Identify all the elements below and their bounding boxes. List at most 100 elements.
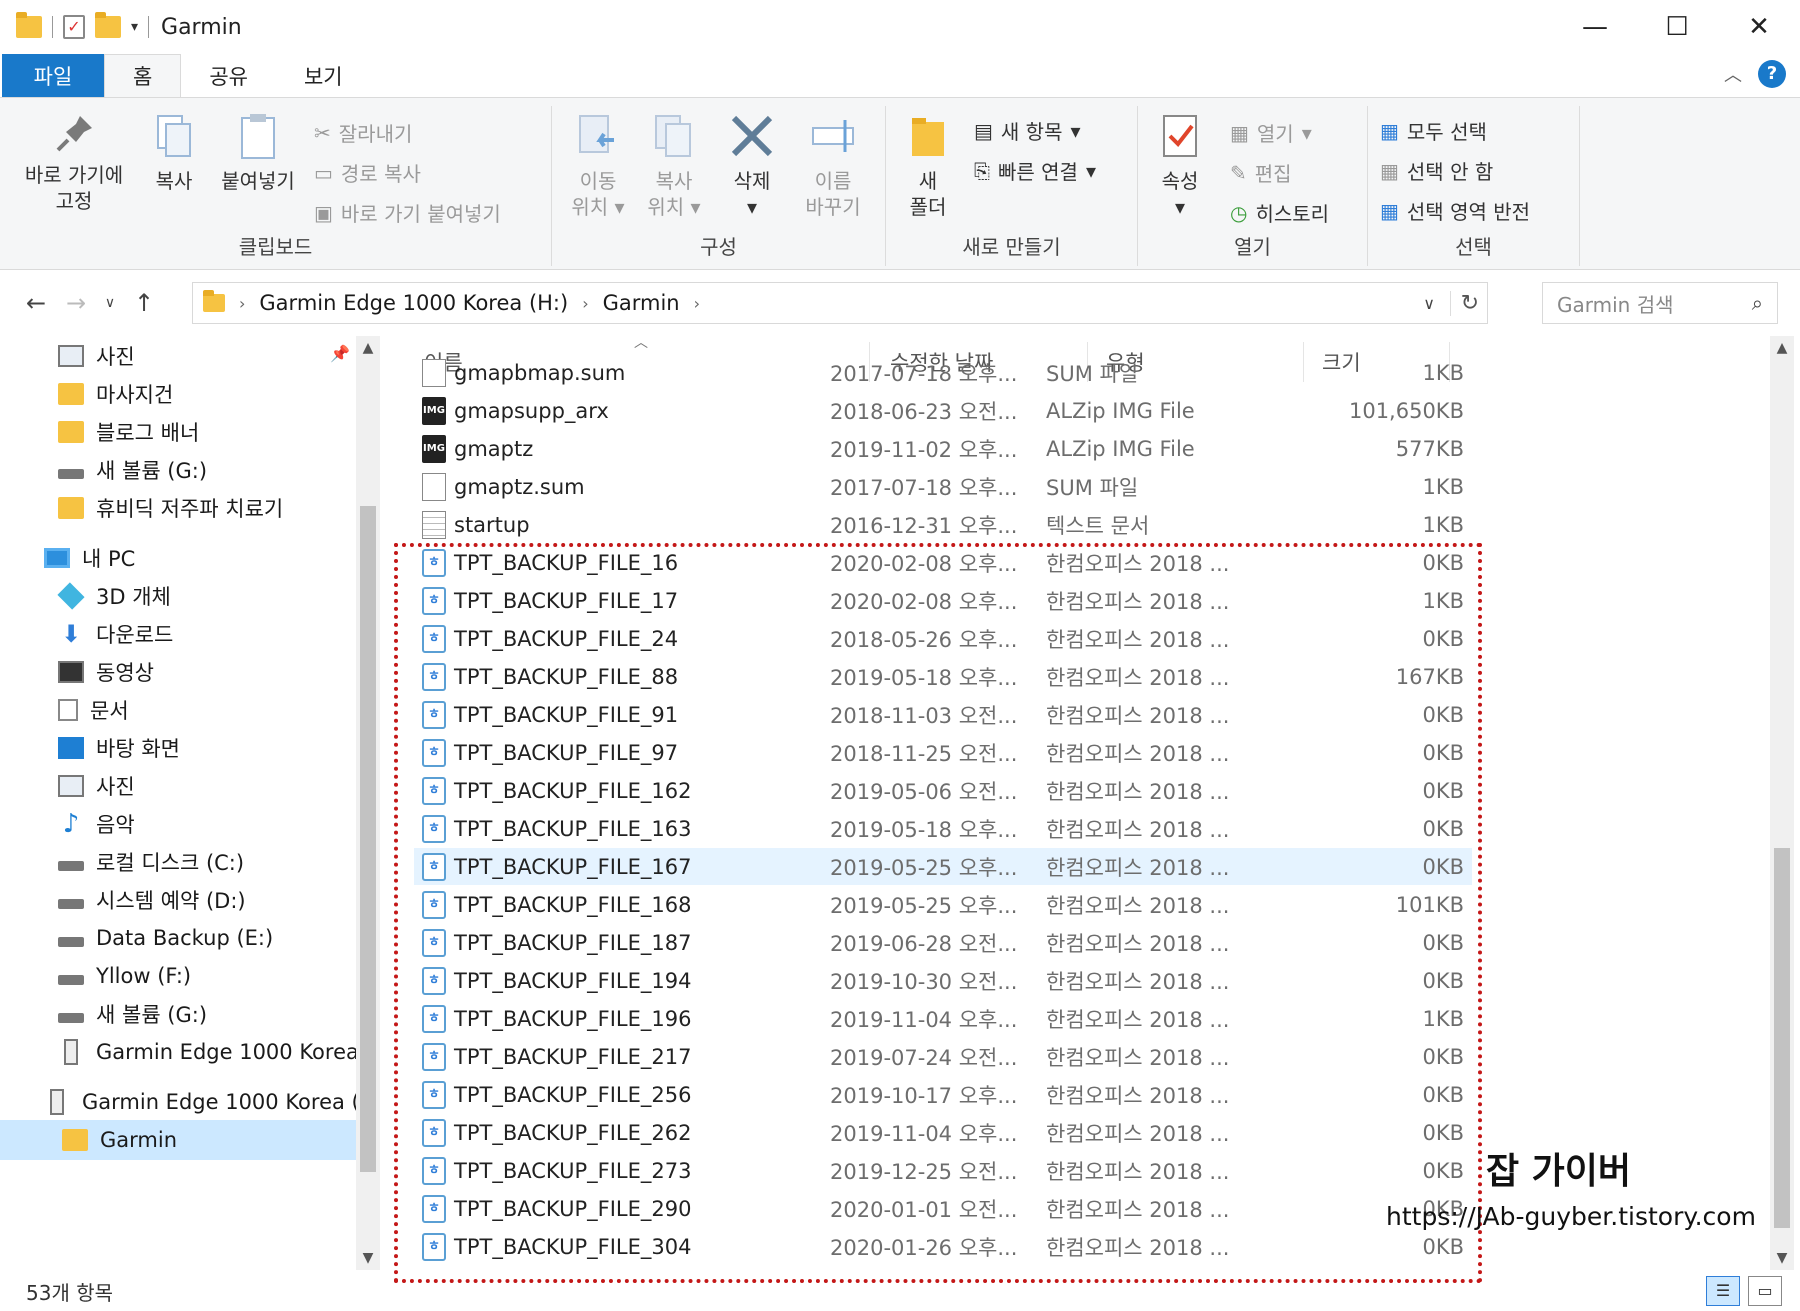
nav-item-drive-d[interactable]: 시스템 예약 (D:) — [58, 880, 246, 920]
paste-button[interactable]: 붙여넣기 — [212, 112, 304, 194]
nav-item-3d[interactable]: 3D 개체 — [57, 576, 171, 616]
forward-arrow-icon[interactable]: → — [56, 289, 96, 317]
scroll-up-icon[interactable]: ▲ — [1770, 340, 1794, 356]
table-row[interactable]: ㅎ TPT_BACKUP_FILE_273 2019-12-25 오전... 한컴오피… — [414, 1152, 1472, 1189]
new-folder-icon[interactable] — [95, 12, 121, 38]
table-row[interactable]: ㅎ TPT_BACKUP_FILE_91 2018-11-03 오전... 한컴오피스… — [414, 696, 1472, 733]
breadcrumb-folder[interactable]: Garmin — [603, 291, 680, 315]
edit-button[interactable]: ✎ 편집 — [1230, 158, 1292, 187]
table-row[interactable]: ㅎ TPT_BACKUP_FILE_262 2019-11-04 오후... 한컴오피… — [414, 1114, 1472, 1151]
copy-to-button[interactable]: 복사 위치 ▾ — [640, 112, 708, 220]
maximize-button[interactable]: ☐ — [1636, 0, 1718, 54]
nav-item-videos[interactable]: 동영상 — [58, 652, 154, 692]
table-row[interactable]: ㅎ TPT_BACKUP_FILE_290 2020-01-01 오전... 한컴오피… — [414, 1190, 1472, 1227]
select-all-button[interactable]: ▦ 모두 선택 — [1380, 116, 1487, 145]
collapse-ribbon-icon[interactable]: ︿ — [1724, 61, 1742, 87]
refresh-icon[interactable]: ↻ — [1449, 290, 1479, 316]
address-bar[interactable]: › Garmin Edge 1000 Korea (H:) › Garmin ›… — [192, 282, 1488, 324]
table-row[interactable]: gmapbmap.sum 2017-07-18 오후... SUM 파일 1KB — [414, 354, 1472, 391]
back-arrow-icon[interactable]: ← — [16, 289, 56, 317]
scroll-up-icon[interactable]: ▲ — [356, 340, 380, 356]
nav-item-documents[interactable]: 문서 — [58, 690, 129, 730]
help-icon[interactable]: ? — [1758, 60, 1786, 88]
table-row[interactable]: ㅎ TPT_BACKUP_FILE_217 2019-07-24 오전... 한컴오피… — [414, 1038, 1472, 1075]
table-row[interactable]: ㅎ TPT_BACKUP_FILE_88 2019-05-18 오후... 한컴오피스… — [414, 658, 1472, 695]
table-row[interactable]: ㅎ TPT_BACKUP_FILE_17 2020-02-08 오후... 한컴오피스… — [414, 582, 1472, 619]
table-row[interactable]: ㅎ TPT_BACKUP_FILE_167 2019-05-25 오후... 한컴오피… — [414, 848, 1472, 885]
copy-path-button[interactable]: ▭ 경로 복사 — [314, 158, 421, 187]
table-row[interactable]: gmaptz.sum 2017-07-18 오후... SUM 파일 1KB — [414, 468, 1472, 505]
nav-item-garmin-drive[interactable]: Garmin Edge 1000 Korea (H — [44, 1082, 376, 1122]
table-row[interactable]: ㅎ TPT_BACKUP_FILE_162 2019-05-06 오전... 한컴오피… — [414, 772, 1472, 809]
large-icons-view-icon[interactable]: ▭ — [1748, 1276, 1782, 1306]
table-row[interactable]: ㅎ TPT_BACKUP_FILE_168 2019-05-25 오후... 한컴오피… — [414, 886, 1472, 923]
nav-item-drive-c[interactable]: 로컬 디스크 (C:) — [58, 842, 244, 882]
scroll-down-icon[interactable]: ▼ — [1770, 1250, 1794, 1266]
new-item-button[interactable]: ▤ 새 항목 ▾ — [974, 116, 1081, 145]
file-list-scrollbar[interactable]: ▲ ▼ — [1770, 336, 1794, 1270]
table-row[interactable]: ㅎ TPT_BACKUP_FILE_304 2020-01-26 오후... 한컴오피… — [414, 1228, 1472, 1265]
recent-dropdown-icon[interactable]: ∨ — [96, 295, 124, 311]
pin-icon[interactable]: 📌 — [330, 344, 350, 363]
table-row[interactable]: ㅎ TPT_BACKUP_FILE_24 2018-05-26 오후... 한컴오피스… — [414, 620, 1472, 657]
nav-item-desktop[interactable]: 바탕 화면 — [58, 728, 180, 768]
scroll-down-icon[interactable]: ▼ — [356, 1250, 380, 1266]
details-view-icon[interactable]: ☰ — [1706, 1276, 1740, 1306]
nav-item-drive-f[interactable]: Yllow (F:) — [58, 956, 191, 996]
breadcrumb-chevron-icon[interactable]: › — [582, 294, 588, 313]
scroll-thumb[interactable] — [360, 506, 376, 1172]
paste-shortcut-button[interactable]: ▣ 바로 가기 붙여넣기 — [314, 198, 501, 227]
table-row[interactable]: ㅎ TPT_BACKUP_FILE_187 2019-06-28 오전... 한컴오피… — [414, 924, 1472, 961]
history-button[interactable]: ◷ 히스토리 — [1230, 198, 1329, 227]
search-input[interactable]: Garmin 검색 ⌕ — [1542, 282, 1778, 324]
nav-item-drive-e[interactable]: Data Backup (E:) — [58, 918, 273, 958]
nav-item-folder[interactable]: 마사지건 — [58, 374, 173, 414]
nav-item-this-pc[interactable]: 내 PC — [44, 538, 135, 578]
nav-item-music[interactable]: ♪ 음악 — [58, 804, 135, 844]
breadcrumb-drive[interactable]: Garmin Edge 1000 Korea (H:) — [259, 291, 568, 315]
select-none-button[interactable]: ▦ 선택 안 함 — [1380, 156, 1493, 185]
cut-button[interactable]: ✂ 잘라내기 — [314, 118, 412, 147]
properties-check-icon[interactable]: ✓ — [63, 15, 85, 39]
close-button[interactable]: ✕ — [1718, 0, 1800, 54]
table-row[interactable]: ㅎ TPT_BACKUP_FILE_97 2018-11-25 오전... 한컴오피스… — [414, 734, 1472, 771]
move-to-button[interactable]: 이동 위치 ▾ — [564, 112, 632, 220]
table-row[interactable]: ㅎ TPT_BACKUP_FILE_194 2019-10-30 오전... 한컴오피… — [414, 962, 1472, 999]
table-row[interactable]: ㅎ TPT_BACKUP_FILE_196 2019-11-04 오후... 한컴오피… — [414, 1000, 1472, 1037]
table-row[interactable]: IMG gmaptz 2019-11-02 오후... ALZip IMG File 5… — [414, 430, 1472, 467]
invert-selection-button[interactable]: ▦ 선택 영역 반전 — [1380, 196, 1530, 225]
nav-item-folder[interactable]: 블로그 배너 — [58, 412, 199, 452]
tab-home[interactable]: 홈 — [104, 54, 182, 97]
minimize-button[interactable]: — — [1554, 0, 1636, 54]
delete-button[interactable]: 삭제 ▾ — [720, 112, 784, 220]
table-row[interactable]: IMG gmapsupp_arx 2018-06-23 오전... ALZip IMG… — [414, 392, 1472, 429]
nav-item-pictures[interactable]: 사진 — [58, 766, 135, 806]
properties-button[interactable]: 속성 ▾ — [1152, 112, 1208, 220]
new-folder-button[interactable]: 새 폴더 — [900, 112, 956, 220]
nav-item-drive-g[interactable]: 새 볼륨 (G:) — [58, 994, 207, 1034]
nav-item-downloads[interactable]: ⬇ 다운로드 — [58, 614, 173, 654]
open-button[interactable]: ▦ 열기 ▾ — [1230, 118, 1312, 147]
search-icon[interactable]: ⌕ — [1752, 291, 1763, 315]
nav-item-photos[interactable]: 사진 — [58, 336, 135, 376]
pin-to-quick-access-button[interactable]: 바로 가기에 고정 — [14, 112, 134, 214]
table-row[interactable]: startup 2016-12-31 오후... 텍스트 문서 1KB — [414, 506, 1472, 543]
tab-file[interactable]: 파일 — [2, 54, 104, 97]
tab-view[interactable]: 보기 — [276, 54, 371, 97]
nav-item-drive[interactable]: 새 볼륨 (G:) — [58, 450, 207, 490]
up-arrow-icon[interactable]: ↑ — [124, 289, 164, 317]
nav-item-garmin-folder[interactable]: Garmin — [0, 1120, 356, 1160]
nav-item-drive-h[interactable]: Garmin Edge 1000 Korea ( — [58, 1032, 374, 1072]
table-row[interactable]: ㅎ TPT_BACKUP_FILE_16 2020-02-08 오후... 한컴오피스… — [414, 544, 1472, 581]
breadcrumb-chevron-icon[interactable]: › — [694, 294, 700, 313]
tab-share[interactable]: 공유 — [181, 54, 276, 97]
easy-access-button[interactable]: ⎘ 빠른 연결 ▾ — [974, 156, 1096, 185]
table-row[interactable]: ㅎ TPT_BACKUP_FILE_256 2019-10-17 오후... 한컴오피… — [414, 1076, 1472, 1113]
address-dropdown-icon[interactable]: ∨ — [1423, 294, 1435, 313]
breadcrumb-chevron-icon[interactable]: › — [239, 294, 245, 313]
customize-dropdown-icon[interactable]: ▾ — [131, 19, 138, 35]
rename-button[interactable]: 이름 바꾸기 — [792, 112, 874, 220]
table-row[interactable]: ㅎ TPT_BACKUP_FILE_163 2019-05-18 오후... 한컴오피… — [414, 810, 1472, 847]
nav-pane-scrollbar[interactable]: ▲ ▼ — [356, 336, 380, 1270]
nav-item-folder[interactable]: 휴비딕 저주파 치료기 — [58, 488, 283, 528]
